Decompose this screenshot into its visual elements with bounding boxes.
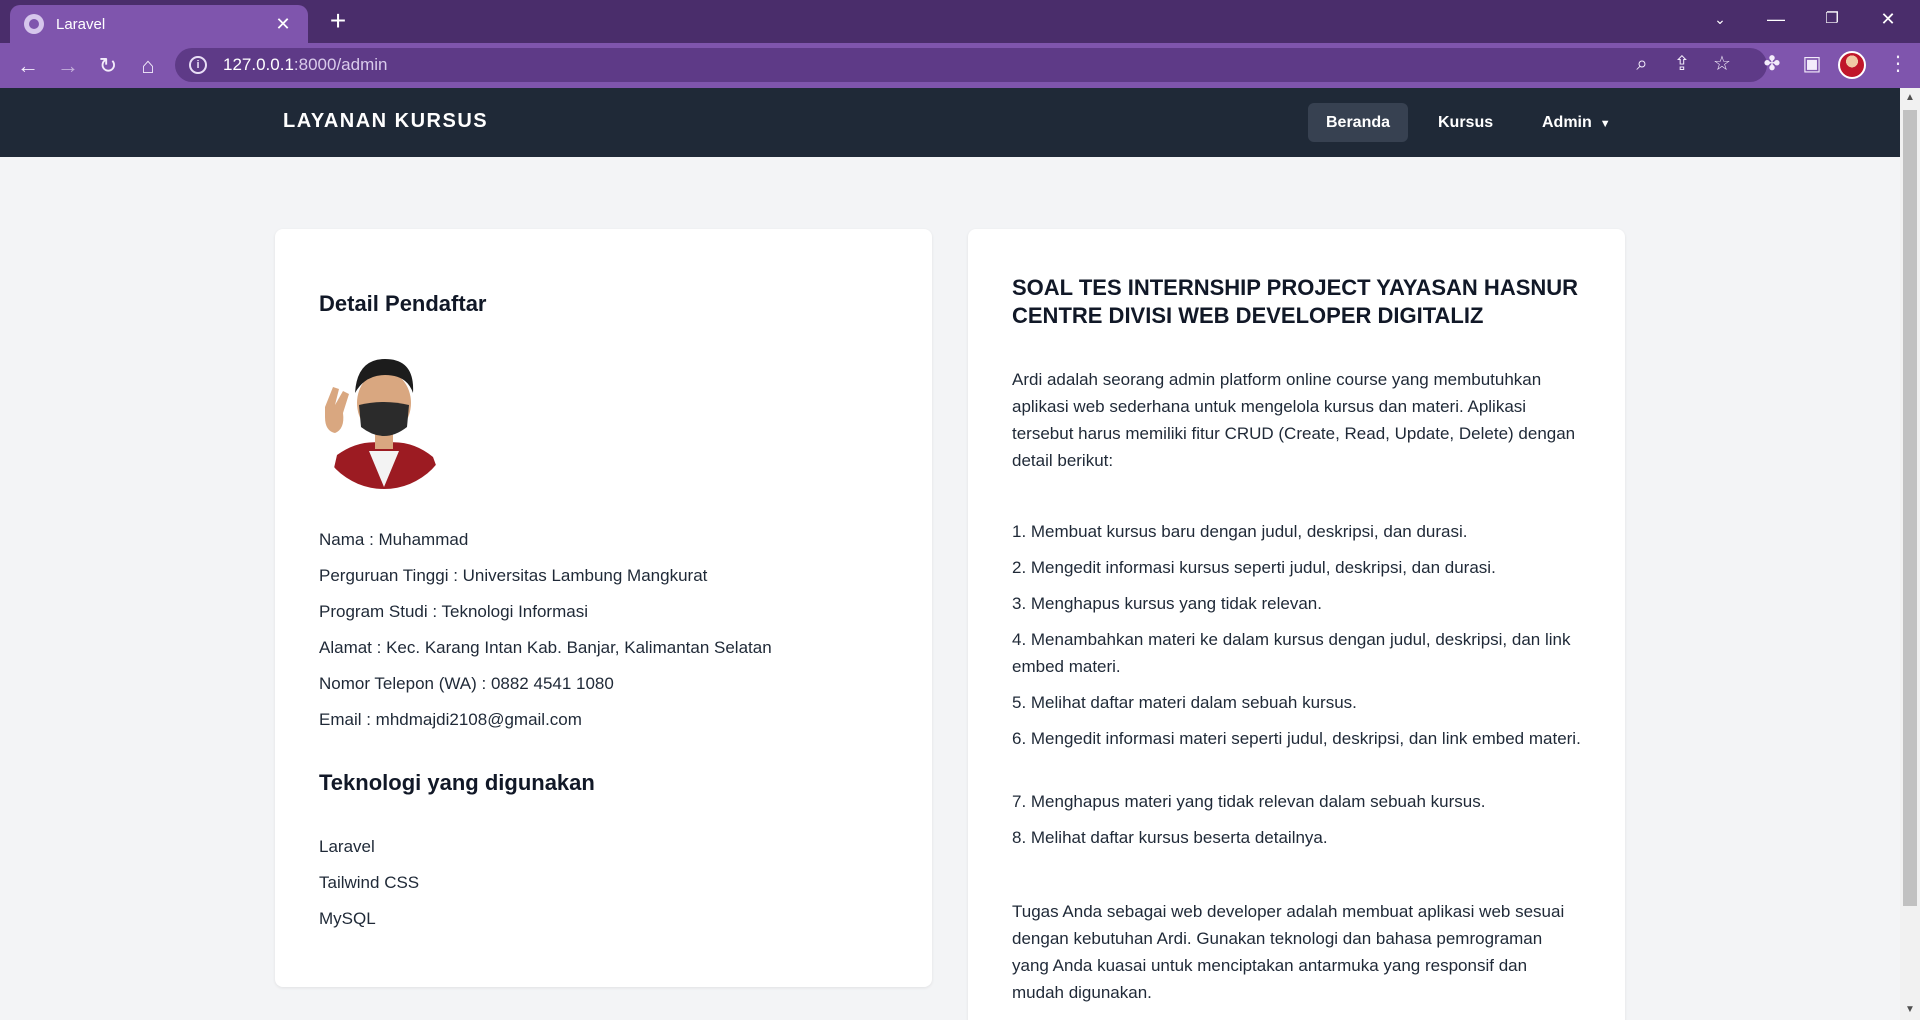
requirement-item: 8. Melihat daftar kursus beserta detailn… xyxy=(1012,828,1328,847)
minimize-button[interactable]: — xyxy=(1748,0,1804,40)
page-scrollbar[interactable]: ▲ ▼ xyxy=(1900,88,1920,1020)
profile-avatar[interactable] xyxy=(1838,51,1866,79)
detail-nomor-telepon: Nomor Telepon (WA) : 0882 4541 1080 xyxy=(319,674,614,693)
soal-tes-title: SOAL TES INTERNSHIP PROJECT YAYASAN HASN… xyxy=(1012,275,1579,328)
close-window-button[interactable]: ✕ xyxy=(1860,0,1916,40)
requirement-item: 4. Menambahkan materi ke dalam kursus de… xyxy=(1012,630,1571,676)
detail-pendaftar-card: Detail Pendaftar Nama : Muhammad Perguru… xyxy=(275,229,932,987)
detail-pendaftar-title: Detail Pendaftar xyxy=(319,291,487,316)
scroll-thumb[interactable] xyxy=(1903,110,1917,906)
new-tab-button[interactable]: + xyxy=(323,6,353,36)
tech-item: MySQL xyxy=(319,909,376,928)
site-brand[interactable]: LAYANAN KURSUS xyxy=(283,110,488,133)
address-bar[interactable]: i 127.0.0.1:8000/admin xyxy=(175,48,1767,82)
requirement-item: 2. Mengedit informasi kursus seperti jud… xyxy=(1012,558,1496,577)
intro-paragraph: Ardi adalah seorang admin platform onlin… xyxy=(1012,370,1576,470)
scroll-down-arrow-icon[interactable]: ▼ xyxy=(1900,1000,1920,1020)
nav-kursus[interactable]: Kursus xyxy=(1420,103,1511,142)
site-navbar: LAYANAN KURSUS Beranda Kursus Admin ▼ xyxy=(0,88,1900,157)
tab-search-icon[interactable]: ⌄ xyxy=(1692,0,1748,40)
browser-toolbar: ← → ↻ ⌂ i 127.0.0.1:8000/admin ⌕ ⇪ ☆ ✤ ▣… xyxy=(0,43,1920,88)
nav-beranda[interactable]: Beranda xyxy=(1308,103,1409,142)
requirement-item: 6. Mengedit informasi materi seperti jud… xyxy=(1012,729,1581,748)
detail-perguruan-tinggi: Perguruan Tinggi : Universitas Lambung M… xyxy=(319,566,708,585)
reload-icon[interactable]: ↻ xyxy=(92,50,124,82)
forward-icon[interactable]: → xyxy=(52,50,84,82)
detail-program-studi: Program Studi : Teknologi Informasi xyxy=(319,602,588,621)
chevron-down-icon: ▼ xyxy=(1599,118,1611,130)
soal-tes-card: SOAL TES INTERNSHIP PROJECT YAYASAN HASN… xyxy=(968,229,1625,1020)
scroll-up-arrow-icon[interactable]: ▲ xyxy=(1900,88,1920,108)
outro-paragraph: Tugas Anda sebagai web developer adalah … xyxy=(1012,902,1565,1002)
browser-tab[interactable]: Laravel ✕ xyxy=(10,5,308,43)
restore-button[interactable]: ❐ xyxy=(1804,0,1860,40)
detail-email: Email : mhdmajdi2108@gmail.com xyxy=(319,710,582,729)
detail-nama: Nama : Muhammad xyxy=(319,530,469,549)
side-panel-icon[interactable]: ▣ xyxy=(1798,50,1826,78)
requirement-item: 3. Menghapus kursus yang tidak relevan. xyxy=(1012,594,1322,613)
nav-admin-label: Admin xyxy=(1542,114,1592,131)
close-tab-icon[interactable]: ✕ xyxy=(272,14,294,35)
home-icon[interactable]: ⌂ xyxy=(132,50,164,82)
bookmark-star-icon[interactable]: ☆ xyxy=(1708,50,1736,78)
requirement-item: 5. Melihat daftar materi dalam sebuah ku… xyxy=(1012,693,1357,712)
share-icon[interactable]: ⇪ xyxy=(1668,50,1696,78)
back-icon[interactable]: ← xyxy=(12,50,44,82)
tab-title: Laravel xyxy=(56,15,106,33)
requirement-item: 1. Membuat kursus baru dengan judul, des… xyxy=(1012,522,1468,541)
nav-admin-dropdown[interactable]: Admin ▼ xyxy=(1524,103,1629,142)
site-info-icon[interactable]: i xyxy=(189,56,207,74)
browser-tabbar: Laravel ✕ + ⌄ — ❐ ✕ xyxy=(0,0,1920,43)
teknologi-title: Teknologi yang digunakan xyxy=(319,770,595,795)
menu-kebab-icon[interactable]: ⋮ xyxy=(1884,50,1912,78)
profile-photo xyxy=(319,347,449,490)
zoom-icon[interactable]: ⌕ xyxy=(1628,50,1656,78)
detail-alamat: Alamat : Kec. Karang Intan Kab. Banjar, … xyxy=(319,638,772,657)
globe-icon xyxy=(24,14,44,34)
extensions-icon[interactable]: ✤ xyxy=(1758,50,1786,78)
requirement-item: 7. Menghapus materi yang tidak relevan d… xyxy=(1012,792,1486,811)
url-text: 127.0.0.1:8000/admin xyxy=(223,55,388,74)
tech-item: Laravel xyxy=(319,837,375,856)
tech-item: Tailwind CSS xyxy=(319,873,420,892)
